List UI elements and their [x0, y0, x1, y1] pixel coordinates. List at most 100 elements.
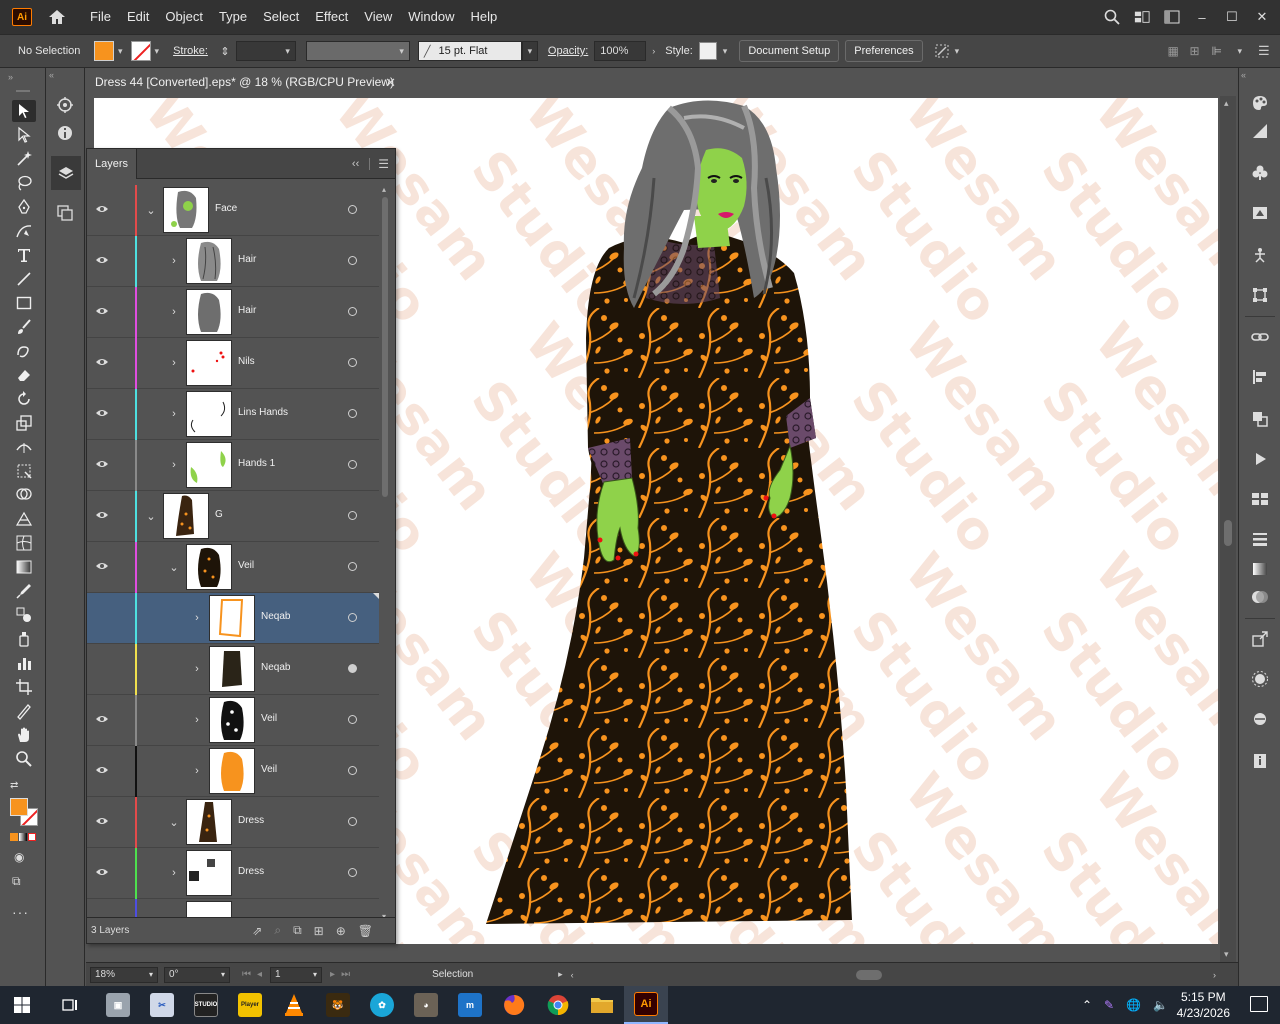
free-transform-tool-icon[interactable]	[12, 460, 36, 482]
layer-row[interactable]: ⌄ G	[87, 491, 379, 542]
target-icon[interactable]	[348, 613, 357, 622]
export-selection-icon[interactable]: ⇗	[252, 924, 262, 938]
layer-name[interactable]: G	[215, 509, 223, 520]
eraser-tool-icon[interactable]	[12, 364, 36, 386]
collapse-icon[interactable]: »	[8, 72, 13, 82]
color-mode-icons[interactable]	[10, 833, 36, 841]
visibility-eye-icon[interactable]	[95, 712, 109, 726]
rotate-tool-icon[interactable]	[12, 388, 36, 410]
menu-object[interactable]: Object	[157, 0, 211, 34]
layer-row[interactable]: ⌄ Dress	[87, 797, 379, 848]
firefox-icon[interactable]	[492, 986, 536, 1024]
scroll-up-icon[interactable]: ▴	[1224, 98, 1229, 109]
file-explorer-icon[interactable]	[580, 986, 624, 1024]
layer-row[interactable]: › Veil	[87, 695, 379, 746]
layer-row[interactable]: › Hands 1	[87, 440, 379, 491]
opacity-label[interactable]: Opacity:	[548, 45, 588, 57]
chevron-down-icon[interactable]: ▾	[955, 46, 960, 57]
fill-color-icon[interactable]	[10, 798, 28, 816]
panel-menu-icon[interactable]: ☰	[1258, 43, 1280, 59]
magic-wand-tool-icon[interactable]	[12, 148, 36, 170]
layer-name[interactable]: Nils	[238, 356, 255, 367]
document-tab[interactable]: Dress 44 [Converted].eps* @ 18 % (RGB/CP…	[86, 70, 404, 96]
workspace-switcher-icon[interactable]	[1134, 9, 1150, 25]
layers-tab[interactable]: Layers	[87, 148, 138, 179]
brightness-icon[interactable]	[1249, 668, 1271, 690]
artboards-panel-icon[interactable]	[56, 204, 74, 225]
chevron-right-icon[interactable]: ›	[168, 306, 180, 318]
gradient-tool-icon[interactable]	[12, 556, 36, 578]
target-icon[interactable]	[348, 205, 357, 214]
layer-name[interactable]: Lins Hands	[238, 407, 288, 418]
status-menu-icon[interactable]: ▸	[558, 969, 563, 980]
layer-row[interactable]: › Nils	[87, 338, 379, 389]
collapse-panel-icon[interactable]: ‹‹	[352, 158, 359, 170]
transparency-panel-icon[interactable]	[1249, 586, 1271, 608]
preferences-button[interactable]: Preferences	[845, 40, 923, 62]
system-clock[interactable]: 5:15 PM 4/23/2026	[1177, 989, 1230, 1021]
chevron-down-icon[interactable]: ▾	[1237, 46, 1242, 57]
target-icon[interactable]	[348, 256, 357, 265]
scale-tool-icon[interactable]	[12, 412, 36, 434]
panel-menu-icon[interactable]: ☰	[378, 157, 389, 171]
layer-name[interactable]: Veil	[261, 713, 277, 724]
puppet-warp-panel-icon[interactable]	[1249, 244, 1271, 266]
network-icon[interactable]: 🌐	[1126, 998, 1141, 1012]
perspective-grid-tool-icon[interactable]	[12, 508, 36, 530]
layer-name[interactable]: Face	[215, 203, 237, 214]
target-icon[interactable]	[348, 307, 357, 316]
layer-row[interactable]: › Veil	[87, 746, 379, 797]
network-app-icon[interactable]: ✿	[360, 986, 404, 1024]
next-artboard-icon[interactable]: ▸	[330, 969, 335, 980]
brush-dropdown[interactable]: ▾	[521, 41, 538, 61]
gimp-icon[interactable]: ◕	[404, 986, 448, 1024]
pathfinder-panel-icon[interactable]	[1249, 408, 1271, 430]
align-icon[interactable]: ▦	[1167, 44, 1189, 58]
chevron-right-icon[interactable]: ›	[168, 459, 180, 471]
transform-icon[interactable]: ⊞	[1189, 44, 1211, 58]
target-icon[interactable]	[348, 664, 357, 673]
target-icon[interactable]	[348, 817, 357, 826]
transform-panel-icon[interactable]	[1249, 284, 1271, 306]
minimize-icon[interactable]: –	[1194, 9, 1210, 25]
layer-row[interactable]: › Hair	[87, 236, 379, 287]
layers-scrollbar[interactable]: ▴ ▾	[381, 185, 389, 921]
shape-builder-tool-icon[interactable]	[12, 484, 36, 506]
make-clipping-mask-icon[interactable]: ⧉	[293, 923, 302, 938]
stroke-weight-stepper[interactable]: ⇕	[218, 41, 232, 61]
chevron-right-icon[interactable]: ›	[191, 612, 203, 624]
notification-center-icon[interactable]	[1250, 996, 1268, 1012]
direct-selection-tool-icon[interactable]	[12, 124, 36, 146]
layer-row[interactable]: › Dress	[87, 848, 379, 899]
last-artboard-icon[interactable]: ⏭	[341, 969, 350, 980]
layer-row[interactable]: ⌄ Veil	[87, 542, 379, 593]
scroll-down-icon[interactable]: ▾	[1224, 949, 1229, 960]
eyedropper-tool-icon[interactable]	[12, 580, 36, 602]
layer-name[interactable]: Neqab	[261, 611, 290, 622]
layer-row[interactable]: › Lins Hands	[87, 389, 379, 440]
actions-panel-icon[interactable]	[1249, 448, 1271, 470]
layer-name[interactable]: Veil	[238, 560, 254, 571]
layer-row[interactable]: ⌄ Face	[87, 185, 379, 236]
new-layer-icon[interactable]: ⊕	[336, 924, 346, 938]
chevron-right-icon[interactable]: ›	[168, 408, 180, 420]
layer-name[interactable]: Dress	[238, 866, 264, 877]
menu-edit[interactable]: Edit	[119, 0, 157, 34]
layer-name[interactable]: Hair	[238, 254, 256, 265]
stroke-label[interactable]: Stroke:	[173, 45, 208, 57]
current-tool[interactable]: Selection	[432, 969, 552, 980]
zoom-dropdown[interactable]: 18% ▾	[90, 966, 158, 983]
search-icon[interactable]	[1104, 9, 1120, 25]
visibility-eye-icon[interactable]	[95, 508, 109, 522]
maximize-icon[interactable]: ☐	[1224, 9, 1240, 25]
selection-tool-icon[interactable]	[12, 100, 36, 122]
close-icon[interactable]: ✕	[1254, 9, 1270, 25]
target-icon[interactable]	[348, 358, 357, 367]
style-swatch[interactable]	[698, 42, 717, 60]
visibility-eye-icon[interactable]	[95, 406, 109, 420]
scroll-thumb[interactable]	[382, 197, 388, 497]
mesh-tool-icon[interactable]	[12, 532, 36, 554]
line-segment-tool-icon[interactable]	[12, 268, 36, 290]
lasso-tool-icon[interactable]	[12, 172, 36, 194]
chevron-right-icon[interactable]: ›	[168, 867, 180, 879]
